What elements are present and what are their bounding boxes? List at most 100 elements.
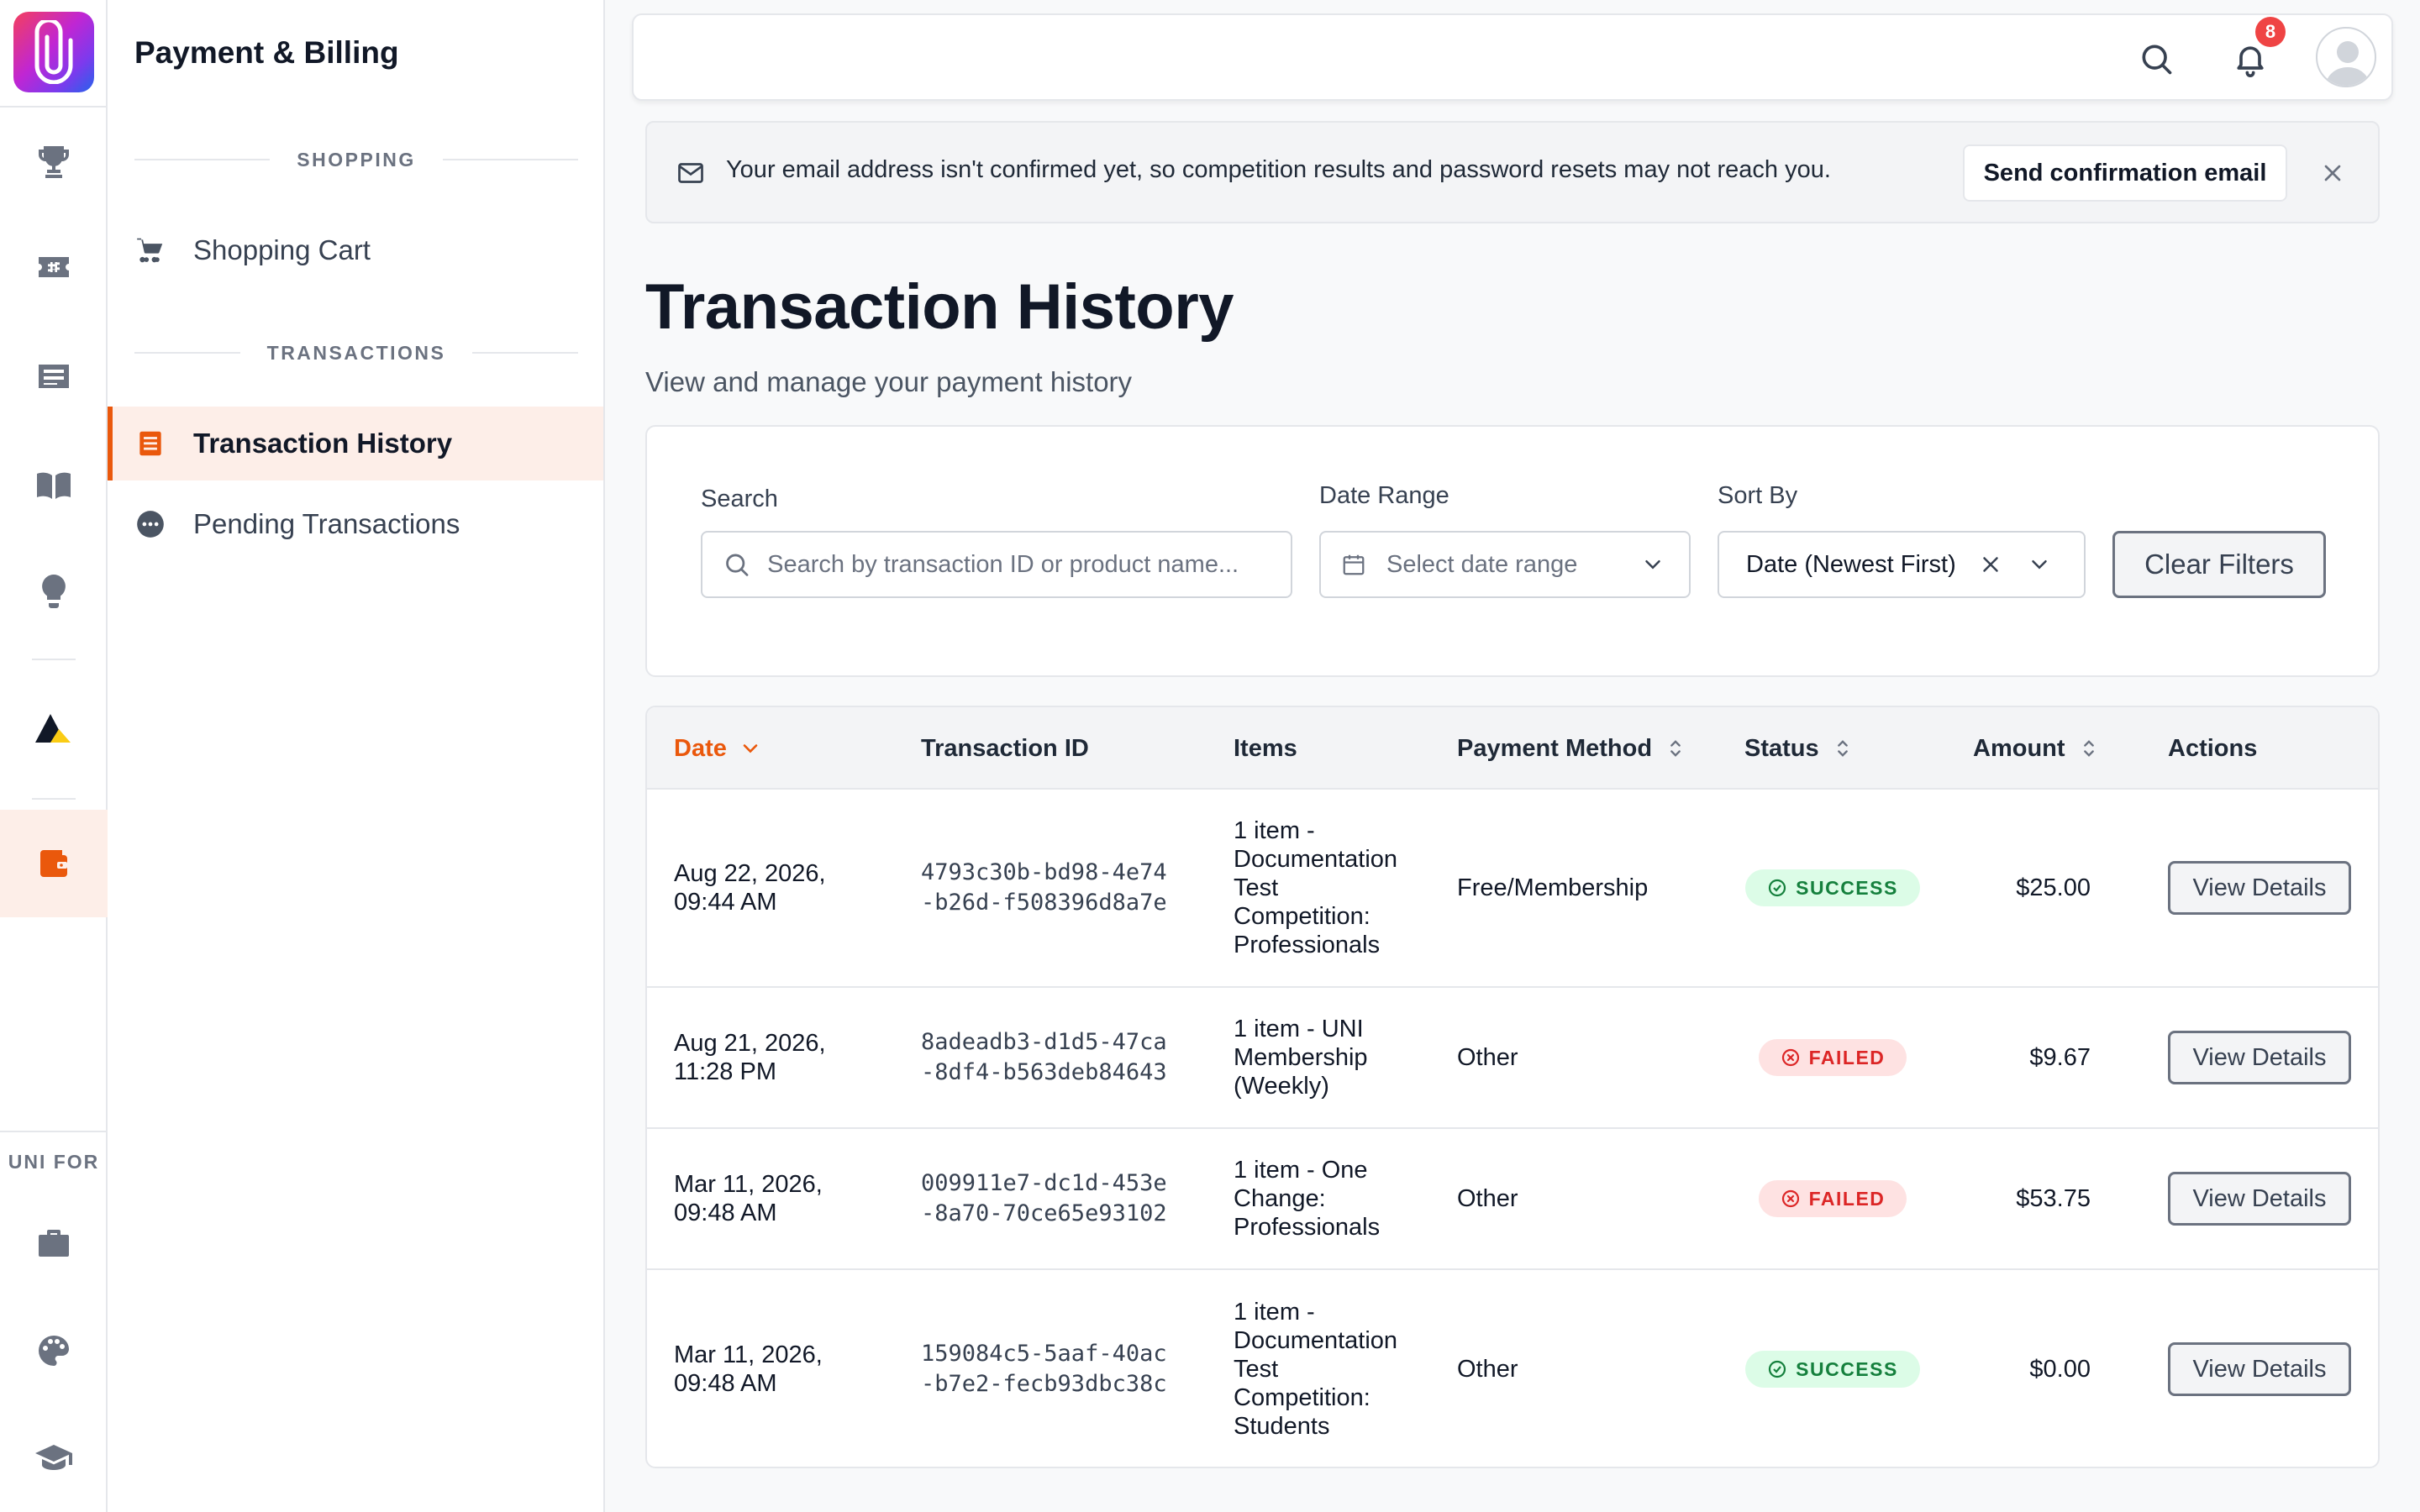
amount-cell: $0.00 [2029,1356,2091,1383]
items-text: 1 item - One [1234,1157,1368,1184]
rail-education[interactable] [0,1408,108,1509]
calendar-icon [1343,554,1365,575]
receipt-icon [139,431,161,456]
view-details-button[interactable]: View Details [2168,1342,2351,1396]
search-label: Search [701,486,778,512]
search-icon [726,554,749,576]
page-title: Transaction History [645,271,1234,343]
transaction-id-cell: 159084c5-5aaf-40ac -b7e2-fecb93dbc38c [921,1270,1167,1467]
wallet-icon [40,850,67,877]
rail-creators[interactable] [0,1300,108,1401]
check-circle-icon [1769,879,1786,897]
sidebar-item-transaction-history[interactable]: Transaction History [108,407,603,480]
status-cell: FAILED [1744,1129,1921,1268]
chevron-down-icon [1645,560,1660,570]
column-label: Actions [2168,734,2258,762]
actions-cell: View Details [2168,1270,2351,1467]
avatar[interactable] [2316,27,2376,87]
sidebar-section-transactions: TRANSACTIONS [134,336,579,370]
transaction-id-cell: 4793c30b-bd98-4e74 -b26d-f508396d8a7e [921,790,1167,986]
actions-cell: View Details [2168,790,2351,986]
time-text: 09:48 AM [674,1200,777,1226]
date-text: Mar 11, 2026, [674,1171,823,1198]
column-header-transaction-id: Transaction ID [921,707,1089,790]
rail-ideas[interactable] [0,541,108,642]
clear-filters-button[interactable]: Clear Filters [2112,531,2326,598]
column-header-amount[interactable]: Amount [1973,707,2101,790]
actions-cell: View Details [2168,988,2351,1127]
date-range-placeholder: Select date range [1386,550,1578,578]
search-icon[interactable] [2138,40,2175,77]
view-details-button[interactable]: View Details [2168,861,2351,915]
graduation-cap-icon [35,1445,72,1470]
items-text: Documentation [1234,846,1398,873]
rail-brand[interactable] [0,679,108,780]
transaction-id-text: 4793c30b-bd98-4e74 [921,859,1167,885]
send-confirmation-button[interactable]: Send confirmation email [1963,144,2287,202]
payment-method-cell: Other [1457,1185,1518,1212]
close-icon[interactable] [2319,160,2346,186]
amount-cell: $53.75 [2016,1185,2091,1212]
status-text: SUCCESS [1796,1358,1898,1380]
items-text: Students [1234,1413,1330,1440]
lightbulb-icon [42,575,66,608]
items-text: Change: [1234,1185,1326,1212]
clear-selection-icon[interactable] [1978,552,2003,577]
column-header-status[interactable]: Status [1744,707,1854,790]
table-row: Aug 21, 2026, 11:28 PM 8adeadb3-d1d5-47c… [647,988,2378,1129]
sort-by-select[interactable]: Date (Newest First) [1718,531,2086,598]
date-cell: Aug 22, 2026, 09:44 AM [674,790,826,986]
trophy-icon [39,146,69,178]
rail-ticket[interactable] [0,217,108,318]
time-text: 11:28 PM [674,1058,776,1085]
items-text: Competition: [1234,1384,1370,1411]
sidebar-item-pending-transactions[interactable]: Pending Transactions [108,487,603,561]
sort-desc-icon [743,744,758,753]
filter-card: Search Date Range Select date range Sort… [645,425,2380,677]
status-badge: FAILED [1758,1039,1907,1076]
payment-method-cell: Free/Membership [1457,874,1649,901]
sidebar-item-shopping-cart[interactable]: Shopping Cart [108,213,603,287]
date-range-select[interactable]: Select date range [1319,531,1691,598]
column-header-date[interactable]: Date [674,707,762,790]
sidebar-section-shopping: SHOPPING [134,143,579,176]
status-text: SUCCESS [1796,877,1898,899]
sort-icon [1837,740,1848,757]
payment-method-cell: Other [1457,1356,1518,1383]
column-label: Payment Method [1457,734,1653,762]
transaction-id-cell: 8adeadb3-d1d5-47ca -8df4-b563deb84643 [921,988,1167,1127]
date-cell: Aug 21, 2026, 11:28 PM [674,988,826,1127]
icon-rail: UNI FOR [0,0,108,1512]
bell-icon[interactable] [2232,40,2269,77]
rail-billing[interactable] [0,810,108,917]
search-box [701,531,1292,598]
view-details-button[interactable]: View Details [2168,1172,2351,1226]
column-label: Date [674,734,727,762]
palette-icon [39,1336,69,1366]
user-avatar-icon [2326,41,2370,86]
search-input[interactable] [767,550,1291,579]
column-header-actions: Actions [2168,707,2257,790]
article-icon [39,365,69,388]
sidebar-item-label: Shopping Cart [193,234,371,265]
rail-learn[interactable] [0,435,108,536]
items-text: Test [1234,1356,1279,1383]
transaction-id-text: -8a70-70ce65e93102 [921,1200,1167,1226]
date-cell: Mar 11, 2026, 09:48 AM [674,1270,823,1467]
date-text: Mar 11, 2026, [674,1341,823,1368]
app-logo[interactable] [13,12,94,92]
items-cell: 1 item - One Change: Professionals [1234,1129,1380,1268]
time-text: 09:44 AM [674,889,777,916]
status-badge: FAILED [1758,1180,1907,1217]
transaction-id-text: 009911e7-dc1d-453e [921,1170,1167,1196]
rail-trophy[interactable] [0,111,108,212]
rail-business[interactable] [0,1193,108,1294]
sort-icon [1670,740,1681,757]
rail-articles[interactable] [0,326,108,427]
sidebar-title: Payment & Billing [134,35,399,70]
view-details-button[interactable]: View Details [2168,1031,2351,1084]
brand-triangle-icon [35,714,71,743]
items-text: (Weekly) [1234,1073,1329,1100]
sidebar-item-label: Pending Transactions [193,508,460,539]
column-header-payment-method[interactable]: Payment Method [1457,707,1687,790]
